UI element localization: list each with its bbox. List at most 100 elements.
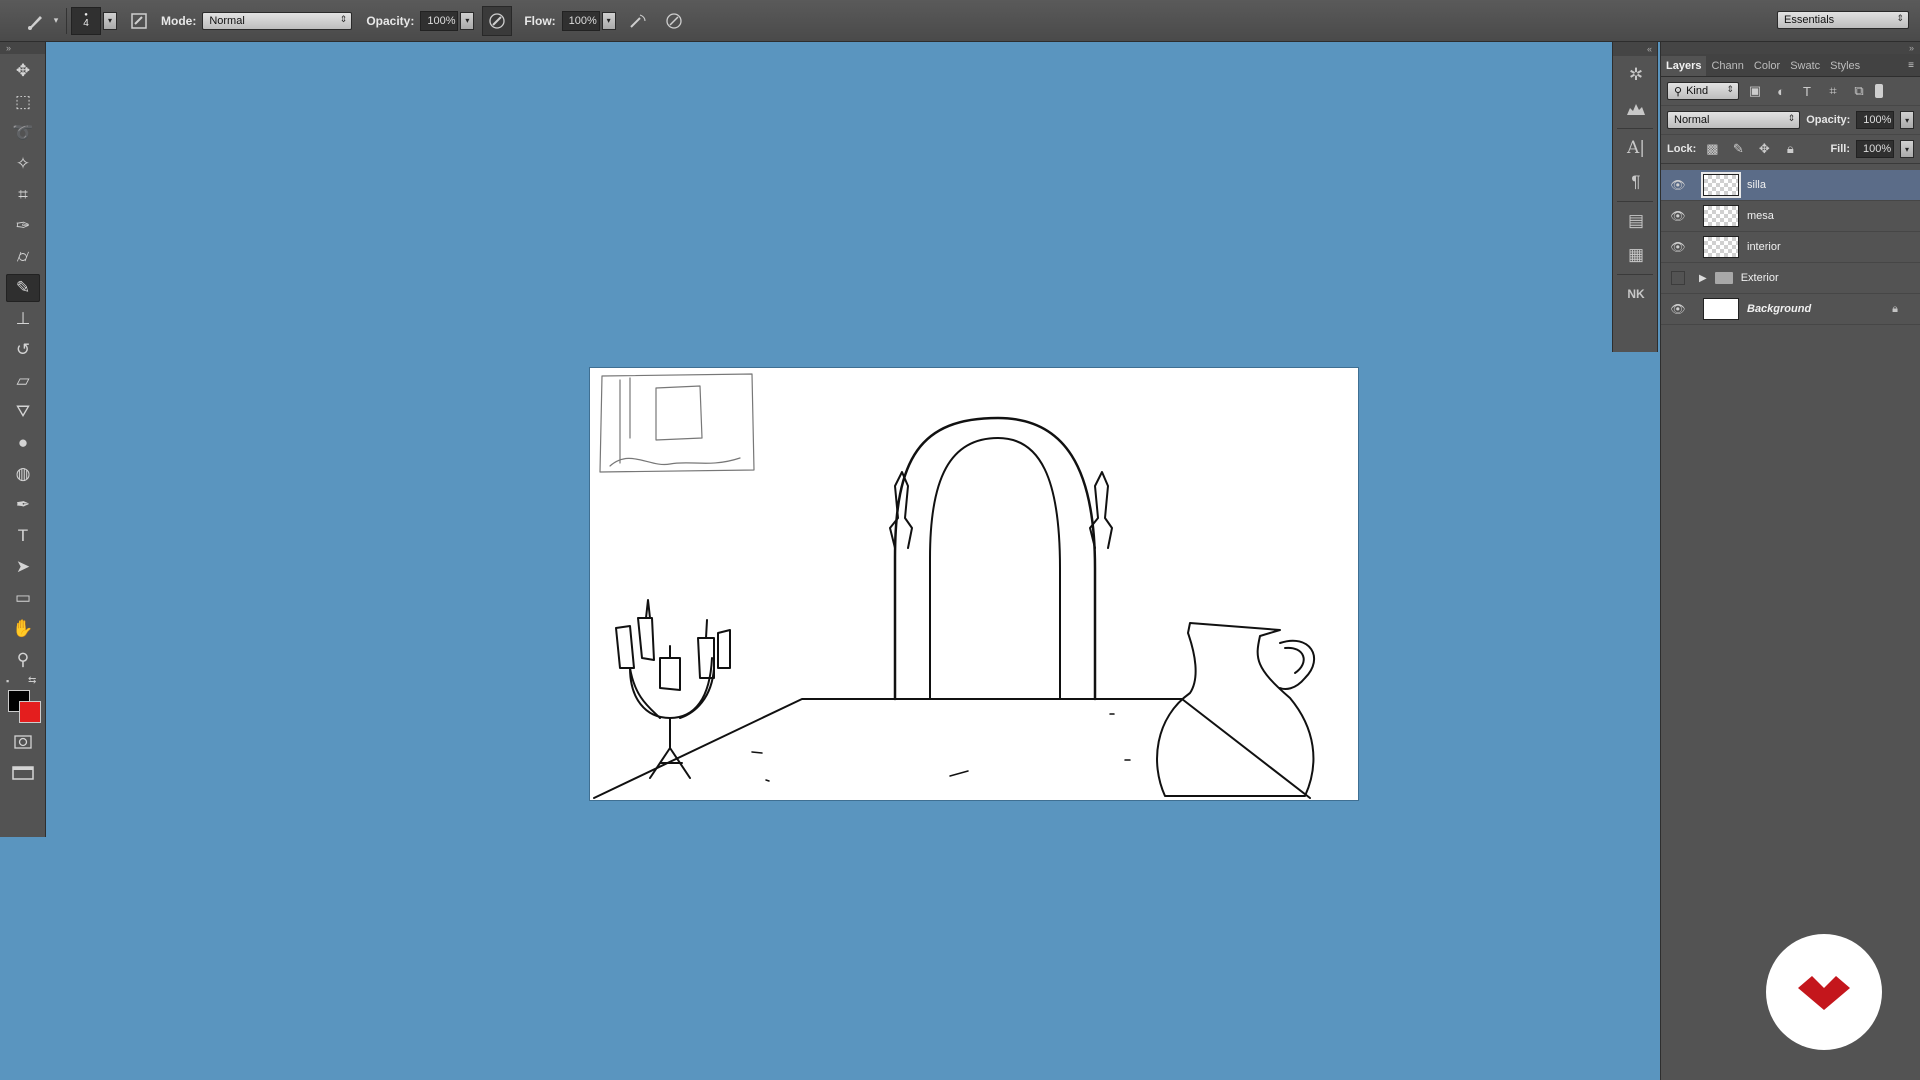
- eye-icon[interactable]: 👁︎: [1667, 178, 1689, 192]
- rectangle-tool[interactable]: ▭: [6, 584, 40, 612]
- airbrush-icon[interactable]: [624, 7, 652, 35]
- default-colors-icon[interactable]: ▪: [6, 676, 9, 686]
- filter-shape-icon[interactable]: ⌗: [1823, 83, 1843, 99]
- filter-pixel-icon[interactable]: ▣: [1745, 83, 1765, 99]
- layer-opacity-label: Opacity:: [1806, 114, 1851, 126]
- layer-name[interactable]: silla: [1747, 179, 1766, 191]
- wand-icon: ✧: [15, 154, 31, 173]
- tab-layers[interactable]: Layers: [1661, 56, 1707, 76]
- pressure-opacity-icon[interactable]: [482, 5, 513, 36]
- brush-preset-icon[interactable]: [22, 7, 50, 35]
- eye-icon[interactable]: 👁︎: [1667, 240, 1689, 254]
- histogram-icon[interactable]: [1618, 94, 1654, 124]
- filter-kind-select[interactable]: ⚲ Kind ⇕: [1667, 82, 1739, 100]
- nik-plugin-icon[interactable]: NK: [1618, 279, 1654, 309]
- marquee-tool[interactable]: ⬚: [6, 88, 40, 116]
- tab-styles[interactable]: Styles: [1825, 56, 1865, 76]
- history-brush-tool[interactable]: ↺: [6, 336, 40, 364]
- quick-mask-icon[interactable]: [6, 728, 40, 756]
- eraser-tool[interactable]: ▱: [6, 367, 40, 395]
- clone-stamp-tool[interactable]: ⊥: [6, 305, 40, 333]
- layer-name[interactable]: Exterior: [1741, 272, 1779, 284]
- filter-toggle-switch[interactable]: [1875, 84, 1883, 98]
- dock-collapse-grip[interactable]: «: [1613, 42, 1657, 56]
- mode-select[interactable]: Normal ⇕: [202, 11, 353, 30]
- panel-menu-icon[interactable]: ≡: [1908, 56, 1920, 76]
- brush-size-dropdown[interactable]: ▾: [103, 11, 117, 30]
- zoom-tool[interactable]: ⚲: [6, 646, 40, 674]
- brush-panel-toggle-icon[interactable]: [125, 7, 153, 35]
- visibility-toggle-off[interactable]: [1671, 271, 1685, 285]
- hand-tool[interactable]: ✋: [6, 615, 40, 643]
- layer-opacity-input[interactable]: 100%: [1856, 111, 1895, 129]
- eye-icon[interactable]: 👁︎: [1667, 209, 1689, 223]
- crop-tool[interactable]: ⌗: [6, 181, 40, 209]
- color-swatches: ▪ ⇆: [4, 675, 45, 724]
- screen-mode-icon[interactable]: [6, 759, 40, 787]
- move-tool[interactable]: ✥: [6, 57, 40, 85]
- notes-icon[interactable]: ▦: [1618, 240, 1654, 270]
- background-color-swatch[interactable]: [19, 701, 41, 723]
- zoom-icon: ⚲: [16, 650, 30, 669]
- healing-brush-tool[interactable]: ⌭: [6, 243, 40, 271]
- paragraph-icon[interactable]: ¶: [1618, 167, 1654, 197]
- layer-thumbnail: [1703, 298, 1739, 320]
- layer-opacity-dropdown[interactable]: ▾: [1900, 111, 1914, 129]
- lock-pixels-icon[interactable]: ✎: [1728, 141, 1748, 157]
- layer-row-silla[interactable]: 👁︎ silla: [1661, 170, 1920, 201]
- panel-collapse-grip[interactable]: »: [1661, 42, 1920, 54]
- pen-tool[interactable]: ✒: [6, 491, 40, 519]
- opacity-dropdown[interactable]: ▾: [460, 11, 475, 30]
- layer-group-exterior[interactable]: ▶ Exterior: [1661, 263, 1920, 294]
- flow-input[interactable]: 100%: [561, 10, 600, 31]
- eyedropper-tool[interactable]: ✑: [6, 212, 40, 240]
- path-selection-tool[interactable]: ➤: [6, 553, 40, 581]
- layer-name[interactable]: interior: [1747, 241, 1781, 253]
- blur-tool[interactable]: ●: [6, 429, 40, 457]
- flow-dropdown[interactable]: ▾: [601, 11, 616, 30]
- pressure-size-icon[interactable]: [660, 7, 688, 35]
- workspace-value: Essentials: [1784, 14, 1835, 26]
- opacity-input[interactable]: 100%: [420, 10, 459, 31]
- bucket-icon: ⛛: [15, 402, 31, 421]
- tab-swatches[interactable]: Swatc: [1785, 56, 1825, 76]
- character-icon[interactable]: A|: [1618, 133, 1654, 163]
- navigator-icon[interactable]: ✲: [1618, 60, 1654, 90]
- filter-type-icon[interactable]: T: [1797, 84, 1817, 99]
- magic-wand-tool[interactable]: ✧: [6, 150, 40, 178]
- type-tool[interactable]: T: [6, 522, 40, 550]
- layer-list: 👁︎ silla 👁︎ mesa 👁︎ interior ▶ Exterior …: [1661, 170, 1920, 325]
- paint-bucket-tool[interactable]: ⛛: [6, 398, 40, 426]
- tab-channels[interactable]: Chann: [1706, 56, 1748, 76]
- tab-color[interactable]: Color: [1749, 56, 1785, 76]
- mode-value: Normal: [209, 14, 245, 27]
- workspace-select[interactable]: Essentials ⇕: [1777, 11, 1909, 29]
- lock-position-icon[interactable]: ✥: [1754, 141, 1774, 157]
- lasso-tool[interactable]: ➰: [6, 119, 40, 147]
- filter-adjustment-icon[interactable]: ◐: [1771, 84, 1791, 99]
- dodge-tool[interactable]: ◍: [6, 460, 40, 488]
- panel-collapse-grip[interactable]: »: [0, 42, 45, 54]
- layer-name[interactable]: mesa: [1747, 210, 1774, 222]
- properties-icon[interactable]: ▤: [1618, 206, 1654, 236]
- expand-triangle-icon[interactable]: ▶: [1699, 273, 1707, 284]
- updown-arrow-icon: ⇕: [1896, 13, 1904, 23]
- brush-size-picker[interactable]: ● 4: [71, 6, 101, 35]
- layer-row-mesa[interactable]: 👁︎ mesa: [1661, 201, 1920, 232]
- brush-tool[interactable]: ✎: [6, 274, 40, 302]
- eye-icon[interactable]: 👁︎: [1667, 302, 1689, 316]
- lock-all-icon[interactable]: 🔒︎: [1780, 141, 1800, 157]
- lock-icon: 🔒︎: [1892, 302, 1898, 315]
- chevron-down-icon[interactable]: ▾: [50, 7, 62, 35]
- blend-mode-select[interactable]: Normal ⇕: [1667, 111, 1801, 129]
- fill-input[interactable]: 100%: [1856, 140, 1894, 158]
- brand-logo: [1766, 934, 1882, 1050]
- document-canvas[interactable]: [590, 368, 1358, 800]
- layer-row-background[interactable]: 👁︎ Background 🔒︎: [1661, 294, 1920, 325]
- swap-colors-icon[interactable]: ⇆: [28, 675, 36, 686]
- layer-row-interior[interactable]: 👁︎ interior: [1661, 232, 1920, 263]
- lock-transparency-icon[interactable]: ▩: [1702, 141, 1722, 157]
- fill-dropdown[interactable]: ▾: [1900, 140, 1914, 158]
- layer-name[interactable]: Background: [1747, 303, 1811, 315]
- filter-smart-object-icon[interactable]: ⧉: [1849, 83, 1869, 99]
